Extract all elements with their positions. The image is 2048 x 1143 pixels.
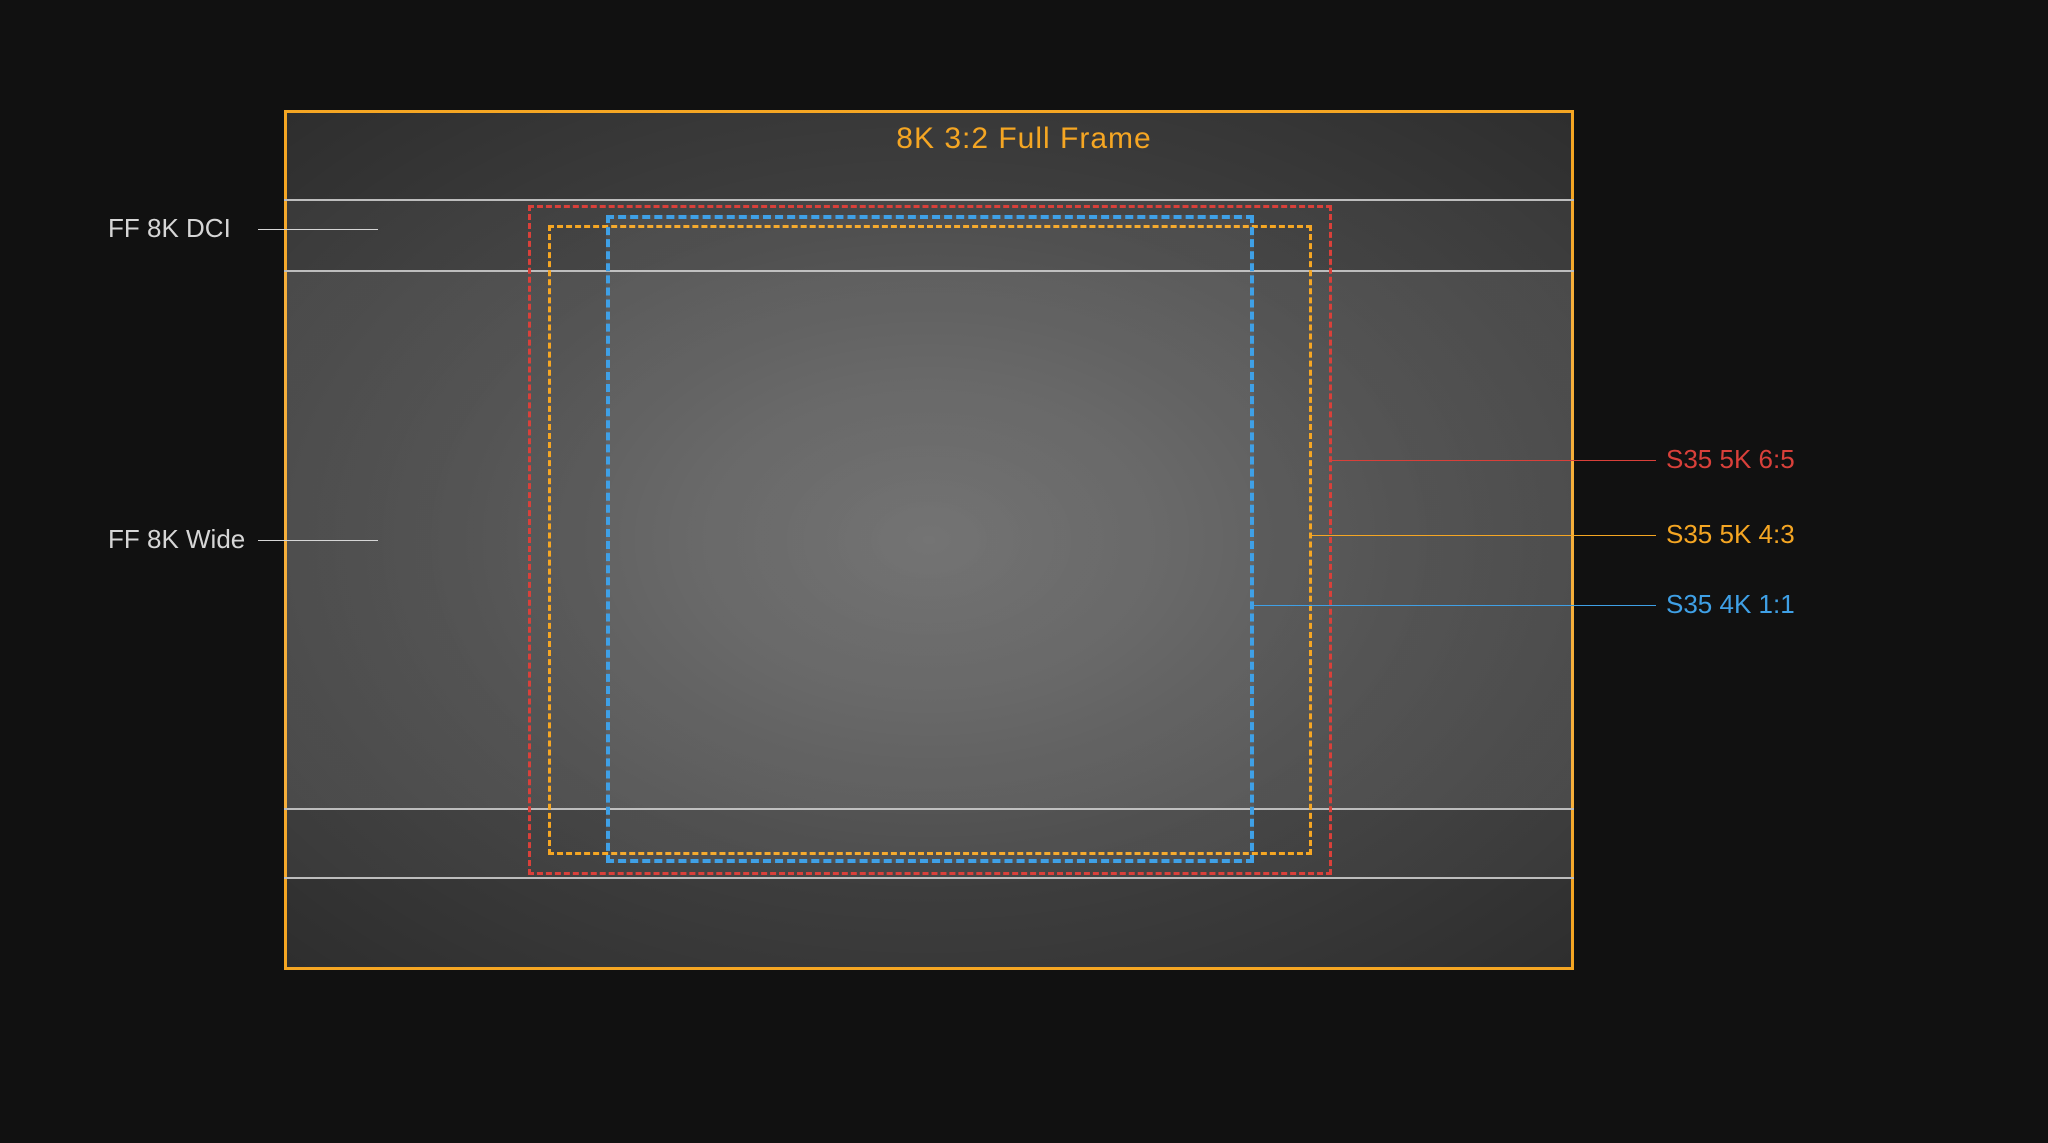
label-ff-8k-wide: FF 8K Wide bbox=[108, 524, 245, 555]
sensor-frame-diagram: 8K 3:2 Full Frame FF 8K DCI FF 8K Wide S… bbox=[0, 0, 2048, 1143]
leader-ff-8k-dci bbox=[258, 229, 378, 230]
leader-ff-8k-wide bbox=[258, 540, 378, 541]
diagram-title: 8K 3:2 Full Frame bbox=[896, 122, 1151, 156]
frame-s35-4k-1-1 bbox=[606, 215, 1254, 863]
label-s35-5k-6-5: S35 5K 6:5 bbox=[1666, 444, 1795, 475]
leader-s35-5k-4-3 bbox=[1312, 535, 1656, 536]
leader-s35-4k-1-1 bbox=[1254, 605, 1656, 606]
label-ff-8k-dci: FF 8K DCI bbox=[108, 213, 231, 244]
label-s35-5k-4-3: S35 5K 4:3 bbox=[1666, 519, 1795, 550]
leader-s35-5k-6-5 bbox=[1332, 460, 1656, 461]
label-s35-4k-1-1: S35 4K 1:1 bbox=[1666, 589, 1795, 620]
